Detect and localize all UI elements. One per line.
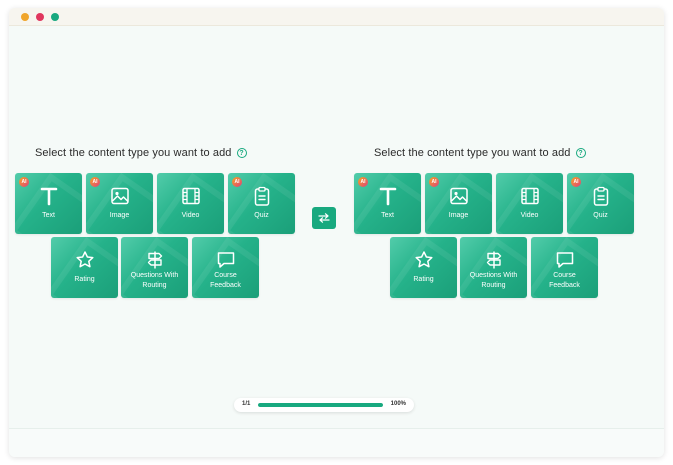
ai-badge-icon: AI	[571, 177, 581, 187]
progress-indicator: 1/1 100%	[234, 398, 414, 412]
help-icon[interactable]: ?	[236, 148, 247, 158]
tile-label: Text	[42, 212, 55, 219]
text-icon	[38, 185, 60, 207]
signpost-icon	[483, 249, 505, 271]
tile-image[interactable]: AI Image	[425, 173, 492, 234]
tile-label: Rating	[413, 276, 434, 283]
help-icon[interactable]: ?	[575, 148, 586, 158]
tile-label: Image	[448, 212, 469, 219]
tile-label: Quiz	[593, 212, 608, 219]
panel-title-text: Select the content type you want to add	[35, 147, 232, 159]
tile-quiz[interactable]: AI Quiz	[228, 173, 295, 234]
swap-arrows-icon	[318, 213, 330, 223]
tile-label: Course Feedback	[210, 272, 241, 289]
tile-text[interactable]: AI Text	[354, 173, 421, 234]
progress-track	[258, 403, 383, 407]
tile-label: Questions With Routing	[130, 272, 179, 289]
tile-text[interactable]: AI Text	[15, 173, 82, 234]
progress-page-label: 1/1	[242, 401, 251, 407]
panel-title: Select the content type you want to add …	[374, 146, 634, 160]
video-icon	[519, 185, 541, 207]
tile-rating[interactable]: Rating	[390, 237, 457, 298]
clipboard-icon	[251, 185, 273, 207]
ai-badge-icon: AI	[358, 177, 368, 187]
tile-label: Course Feedback	[549, 272, 580, 289]
image-icon	[448, 185, 470, 207]
clipboard-icon	[590, 185, 612, 207]
tile-rating[interactable]: Rating	[51, 237, 118, 298]
window-close-dot[interactable]	[21, 13, 29, 21]
tile-course-feedback[interactable]: Course Feedback	[192, 237, 259, 298]
tile-label: Questions With Routing	[469, 272, 518, 289]
progress-fill	[258, 403, 383, 407]
speech-bubble-icon	[554, 249, 576, 271]
tile-questions-with-routing[interactable]: Questions With Routing	[460, 237, 527, 298]
window-maximize-dot[interactable]	[51, 13, 59, 21]
window-minimize-dot[interactable]	[36, 13, 44, 21]
tile-video[interactable]: Video	[157, 173, 224, 234]
ai-badge-icon: AI	[232, 177, 242, 187]
window-titlebar	[9, 8, 664, 26]
tile-label: Video	[520, 212, 539, 219]
tile-label: Quiz	[254, 212, 269, 219]
tile-label: Text	[381, 212, 394, 219]
ai-badge-icon: AI	[19, 177, 29, 187]
star-icon	[413, 249, 435, 271]
text-icon	[377, 185, 399, 207]
star-icon	[74, 249, 96, 271]
tile-quiz[interactable]: AI Quiz	[567, 173, 634, 234]
image-icon	[109, 185, 131, 207]
tile-label: Rating	[74, 276, 95, 283]
panel-title-text: Select the content type you want to add	[374, 147, 571, 159]
tile-video[interactable]: Video	[496, 173, 563, 234]
progress-percent-label: 100%	[390, 401, 406, 407]
panel-title: Select the content type you want to add …	[35, 146, 295, 160]
ai-badge-icon: AI	[90, 177, 100, 187]
signpost-icon	[144, 249, 166, 271]
video-icon	[180, 185, 202, 207]
footer-bar	[9, 429, 664, 457]
tile-image[interactable]: AI Image	[86, 173, 153, 234]
tile-label: Video	[181, 212, 200, 219]
tile-course-feedback[interactable]: Course Feedback	[531, 237, 598, 298]
swap-button[interactable]	[312, 207, 336, 229]
speech-bubble-icon	[215, 249, 237, 271]
tile-label: Image	[109, 212, 130, 219]
ai-badge-icon: AI	[429, 177, 439, 187]
tile-questions-with-routing[interactable]: Questions With Routing	[121, 237, 188, 298]
